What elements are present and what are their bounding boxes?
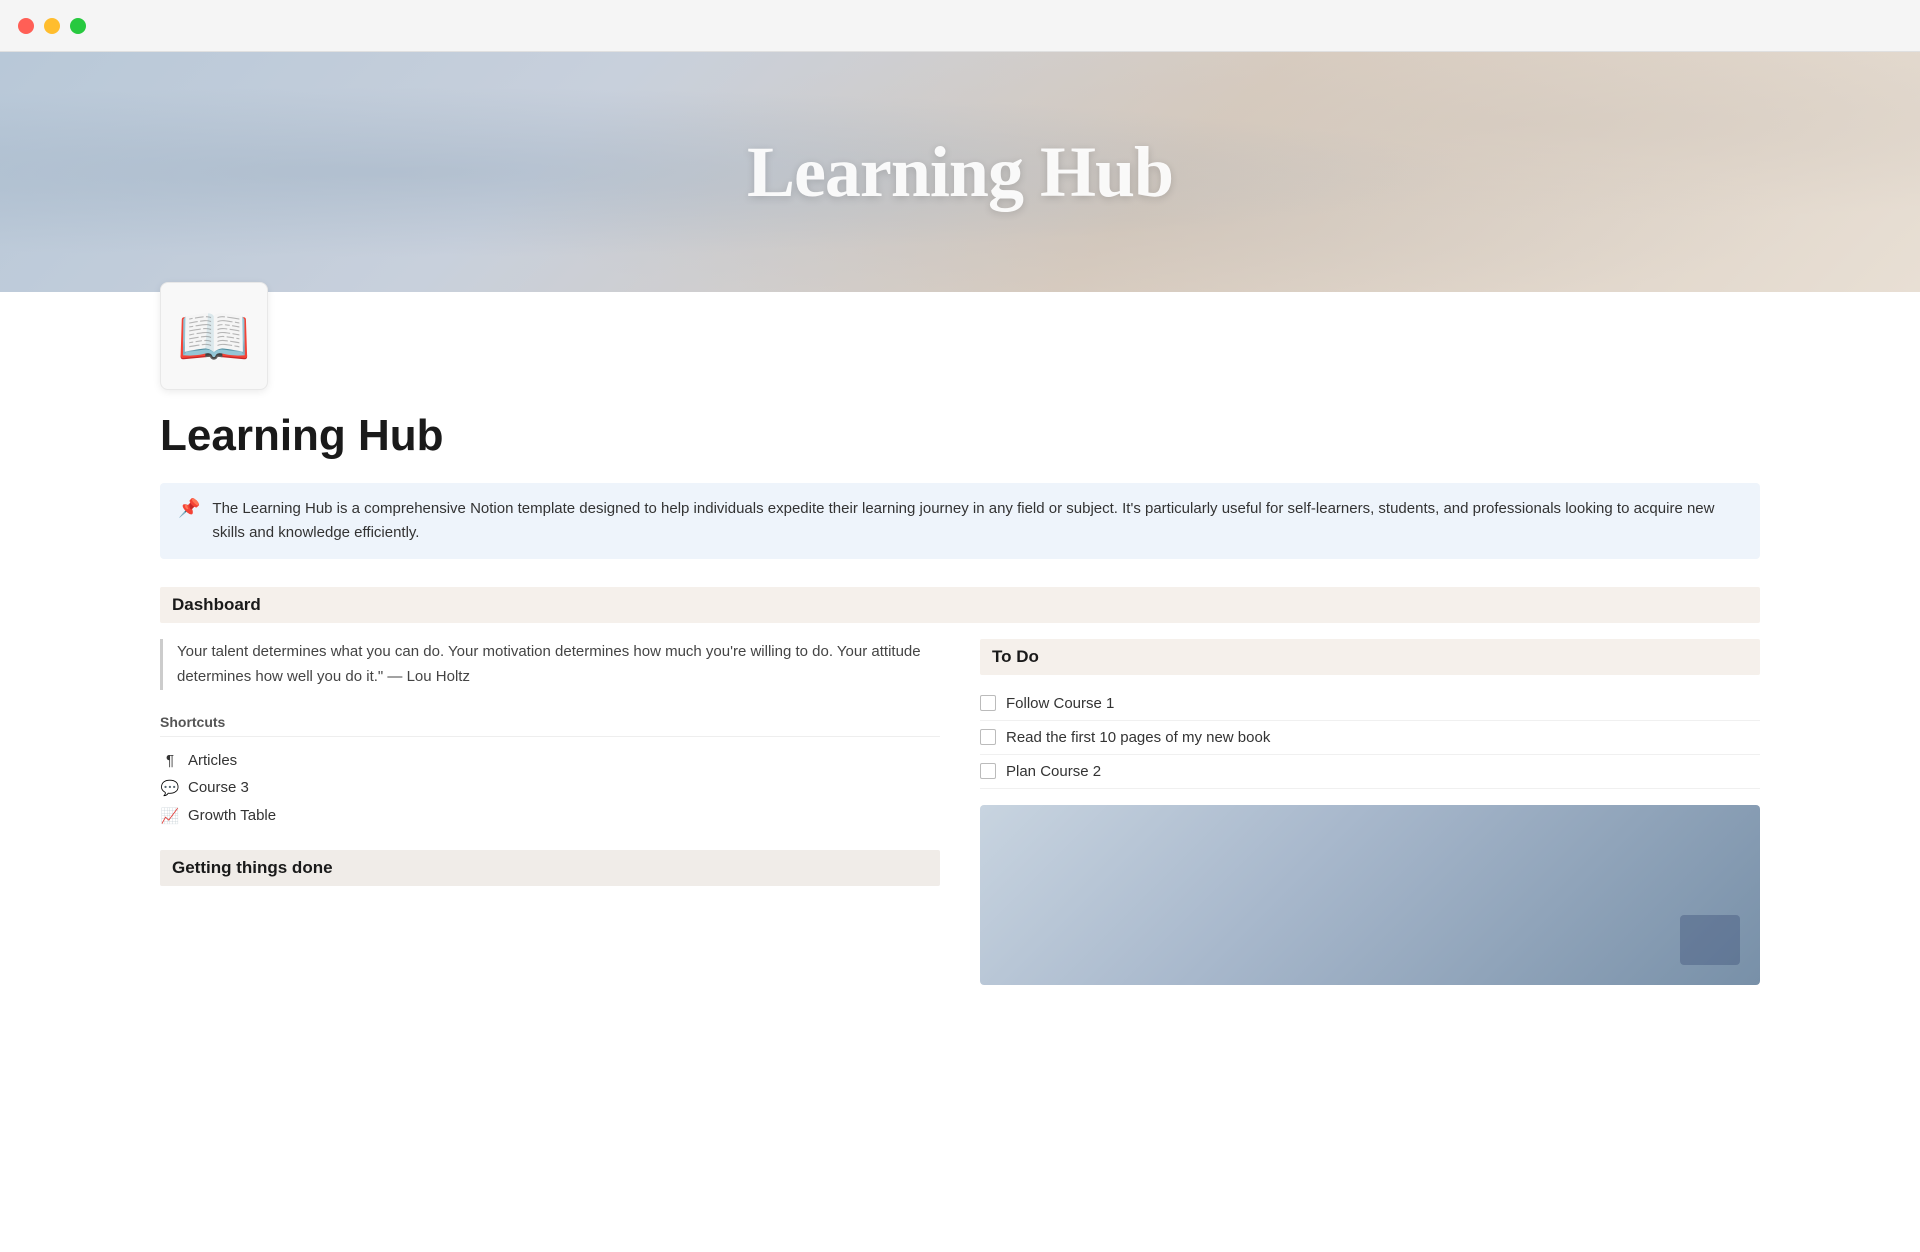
shortcuts-title: Shortcuts <box>160 714 940 737</box>
two-column-layout: Your talent determines what you can do. … <box>160 639 1760 985</box>
right-column: To Do Follow Course 1 Read the first 10 … <box>980 639 1760 985</box>
todo-item-2: Read the first 10 pages of my new book <box>980 721 1760 755</box>
callout-text: The Learning Hub is a comprehensive Noti… <box>212 497 1742 545</box>
todo-item-1: Follow Course 1 <box>980 687 1760 721</box>
minimize-button[interactable] <box>44 18 60 34</box>
page-icon: 📖 <box>160 282 268 390</box>
todo-checkbox-3[interactable] <box>980 763 996 779</box>
quote-block: Your talent determines what you can do. … <box>160 639 940 690</box>
todo-checkbox-1[interactable] <box>980 695 996 711</box>
hero-banner: Learning Hub <box>0 52 1920 292</box>
shortcut-item-articles[interactable]: ¶ Articles <box>160 747 940 774</box>
dashboard-section-header: Dashboard <box>160 587 1760 623</box>
todo-item-3: Plan Course 2 <box>980 755 1760 789</box>
shortcut-label-growth-table: Growth Table <box>188 807 276 824</box>
course3-icon: 💬 <box>160 779 180 797</box>
info-callout: 📌 The Learning Hub is a comprehensive No… <box>160 483 1760 559</box>
shortcut-label-course3: Course 3 <box>188 779 249 796</box>
todo-label-3: Plan Course 2 <box>1006 763 1101 780</box>
shortcut-label-articles: Articles <box>188 752 237 769</box>
shortcut-item-course3[interactable]: 💬 Course 3 <box>160 774 940 802</box>
maximize-button[interactable] <box>70 18 86 34</box>
quote-text: Your talent determines what you can do. … <box>177 639 940 690</box>
close-button[interactable] <box>18 18 34 34</box>
todo-label-1: Follow Course 1 <box>1006 695 1114 712</box>
title-bar <box>0 0 1920 52</box>
articles-icon: ¶ <box>160 752 180 769</box>
getting-done-header: Getting things done <box>160 850 940 886</box>
main-body: Learning Hub 📌 The Learning Hub is a com… <box>0 390 1920 1045</box>
growth-table-icon: 📈 <box>160 807 180 825</box>
todo-header: To Do <box>980 639 1760 675</box>
page-content: Learning Hub 📖 Learning Hub 📌 The Learni… <box>0 52 1920 1045</box>
page-title: Learning Hub <box>160 410 1760 463</box>
todo-checkbox-2[interactable] <box>980 729 996 745</box>
todo-section: To Do Follow Course 1 Read the first 10 … <box>980 639 1760 985</box>
image-placeholder <box>980 805 1760 985</box>
callout-icon: 📌 <box>178 498 200 519</box>
shortcut-item-growth-table[interactable]: 📈 Growth Table <box>160 802 940 830</box>
left-column: Your talent determines what you can do. … <box>160 639 940 985</box>
todo-label-2: Read the first 10 pages of my new book <box>1006 729 1270 746</box>
hero-title: Learning Hub <box>747 131 1173 214</box>
shortcuts-section: Shortcuts ¶ Articles 💬 Course 3 📈 Growth… <box>160 714 940 830</box>
page-icon-wrapper: 📖 <box>0 282 1920 390</box>
